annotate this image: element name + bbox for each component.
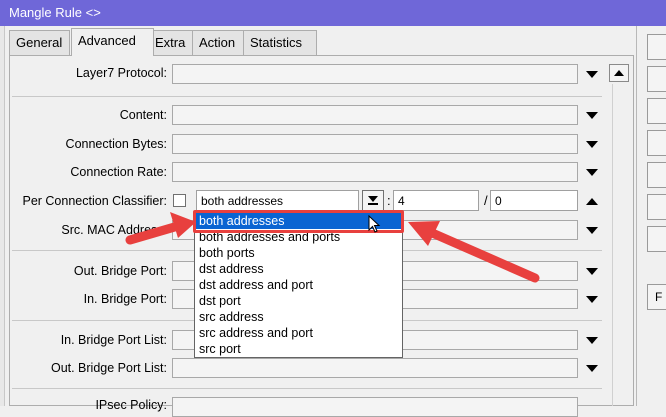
annotation-arrows	[125, 212, 540, 283]
annotation-arrow-right-icon	[408, 221, 540, 283]
annotation-arrow-left-icon	[125, 212, 196, 245]
tab-advanced[interactable]: Advanced	[71, 28, 154, 56]
